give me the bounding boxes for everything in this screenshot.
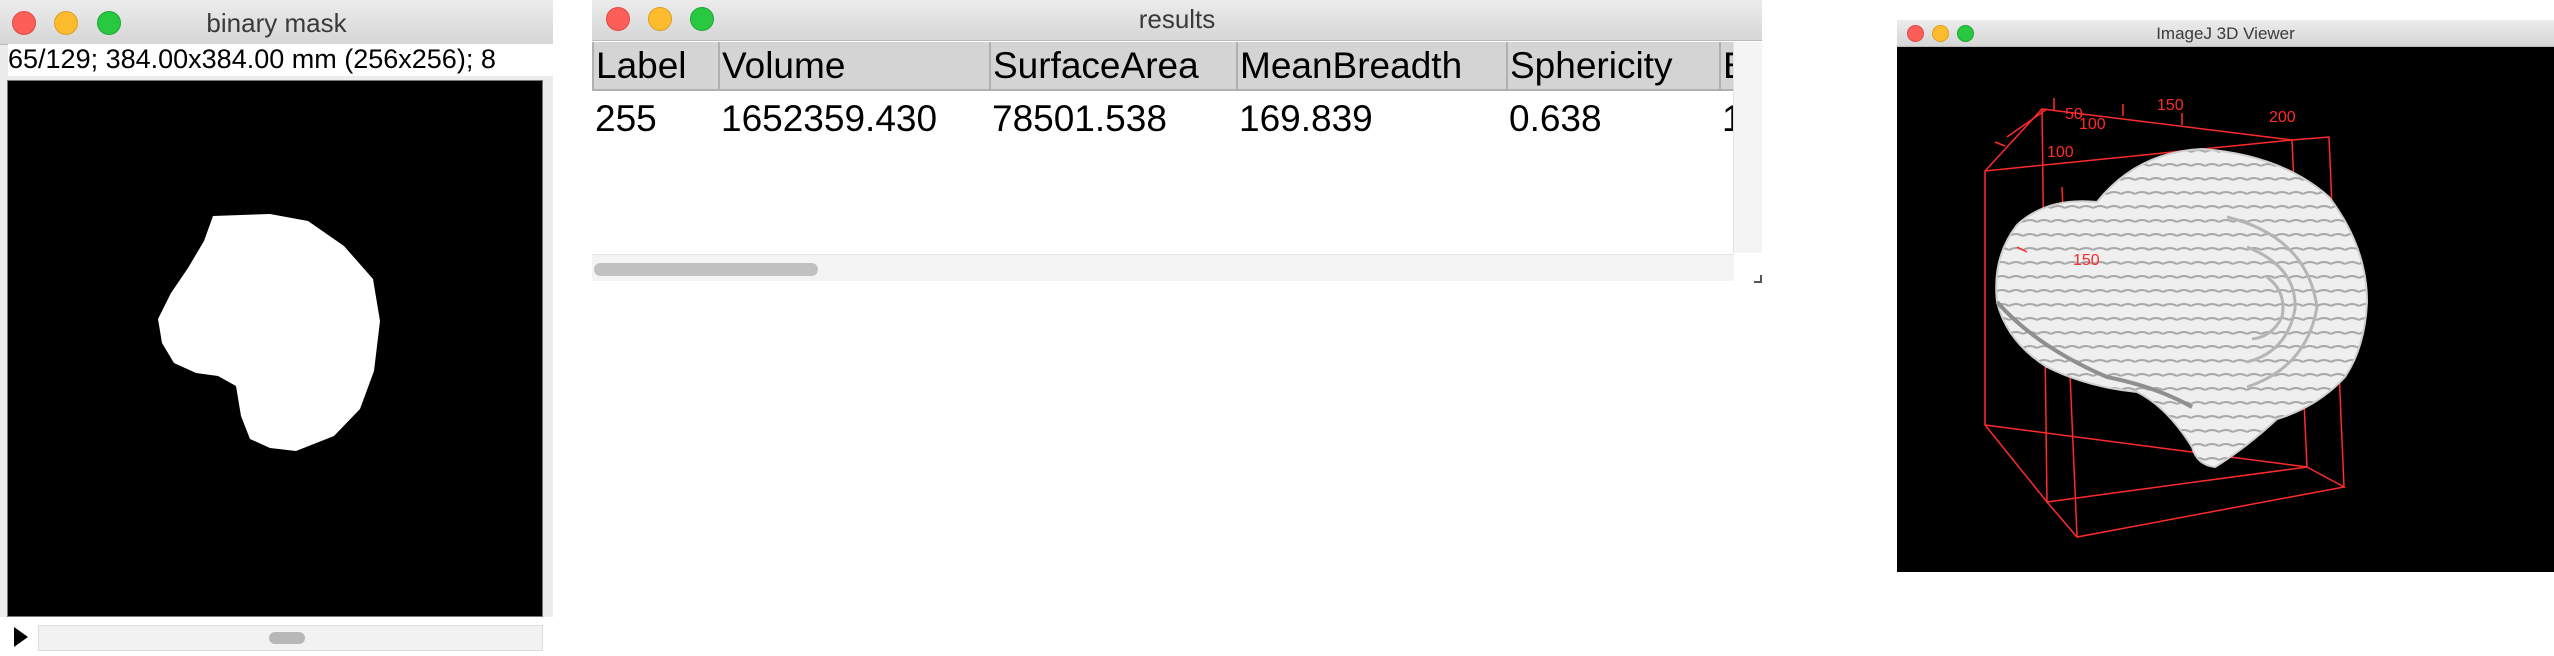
window-title: results (1138, 4, 1216, 34)
scrollbar-thumb[interactable] (269, 632, 305, 644)
slice-scrollbar[interactable] (38, 625, 543, 651)
cell-meanbreadth: 169.839 (1239, 98, 1373, 139)
vertical-scrollbar[interactable] (1733, 42, 1762, 253)
cell-label: 255 (595, 98, 657, 139)
window-title: ImageJ 3D Viewer (2156, 24, 2295, 43)
3d-scene: 50 100 150 200 100 150 (1984, 97, 2369, 538)
table-row[interactable]: 255 1652359.430 78501.538 169.839 0.638 … (593, 90, 1752, 147)
tick-label: 100 (2047, 144, 2074, 161)
cell-sphericity: 0.638 (1509, 98, 1602, 139)
horizontal-scrollbar[interactable] (592, 254, 1734, 281)
binary-mask-window: binary mask 65/129; 384.00x384.00 mm (25… (0, 0, 553, 656)
image-canvas[interactable] (7, 80, 543, 617)
column-header-label[interactable]: Label (592, 42, 720, 91)
mask-region (158, 214, 380, 451)
slice-scrollbar-row (0, 617, 553, 656)
results-window: results Label Volume SurfaceArea MeanBre… (592, 0, 1762, 283)
3d-viewport[interactable]: 50 100 150 200 100 150 (1897, 47, 2554, 572)
column-header-surfacearea[interactable]: SurfaceArea (989, 42, 1238, 91)
cell-volume: 1652359.430 (721, 98, 938, 139)
window-title: binary mask (206, 8, 347, 38)
column-header-meanbreadth[interactable]: MeanBreadth (1236, 42, 1508, 91)
title-bar: ImageJ 3D Viewer (1897, 20, 2554, 47)
cell-surfacearea: 78501.538 (992, 98, 1167, 139)
tick-label: 150 (2073, 252, 2100, 269)
resize-grip-icon[interactable] (1754, 275, 1762, 283)
imagej-3d-viewer-window: ImageJ 3D Viewer 50 100 150 200 100 150 (1897, 20, 2554, 572)
header-row: Label Volume SurfaceArea MeanBreadth Sph… (592, 42, 1752, 91)
column-header-volume[interactable]: Volume (718, 42, 991, 91)
brain-volume (1995, 147, 2369, 469)
tick-label: 200 (2269, 109, 2296, 126)
tick-label: 150 (2157, 97, 2184, 114)
scrollbar-thumb[interactable] (594, 263, 818, 276)
title-bar: binary mask (0, 0, 553, 45)
tick-label: 100 (2079, 116, 2106, 133)
column-header-sphericity[interactable]: Sphericity (1506, 42, 1721, 91)
play-icon[interactable] (14, 627, 28, 647)
image-info: 65/129; 384.00x384.00 mm (256x256); 8 (8, 44, 553, 76)
title-bar: results (592, 0, 1762, 41)
results-table: Label Volume SurfaceArea MeanBreadth Sph… (592, 42, 1752, 147)
